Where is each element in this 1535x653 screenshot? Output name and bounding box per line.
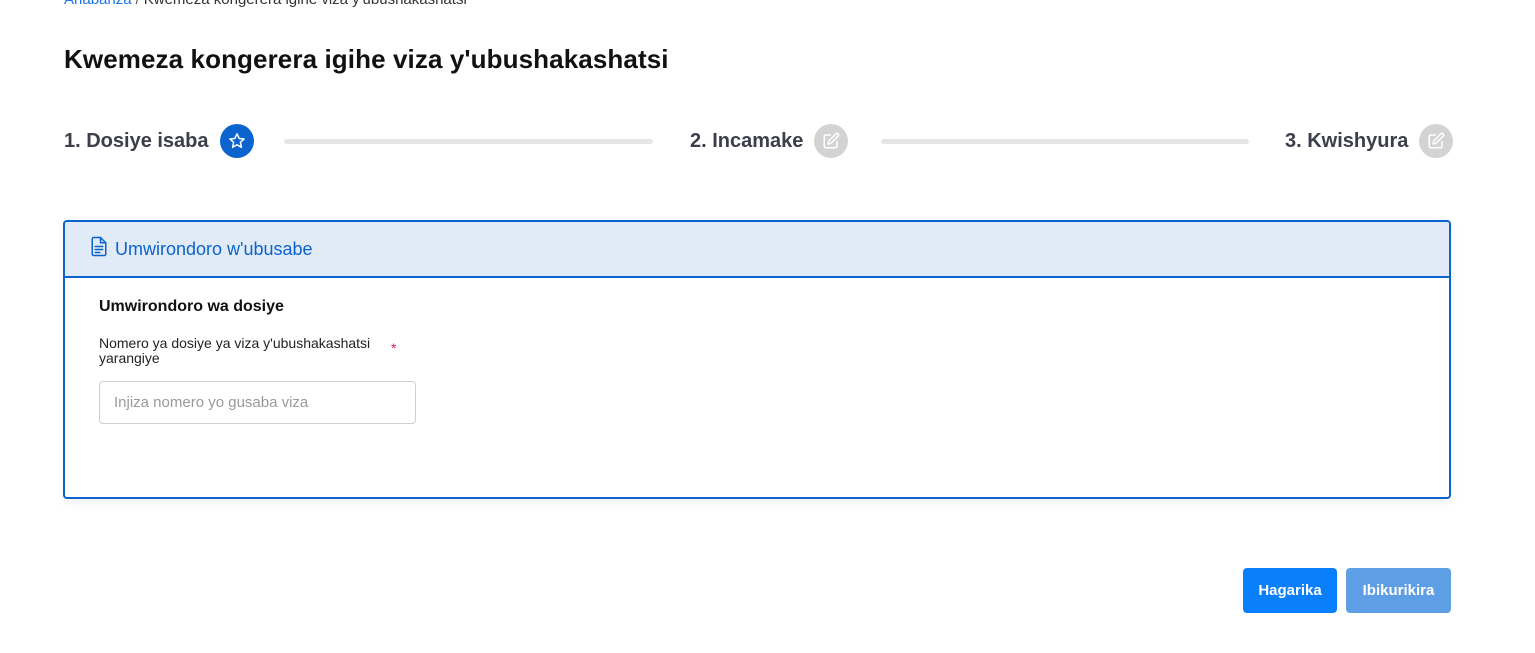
card-header-title: Umwirondoro w'ubusabe — [115, 238, 313, 259]
application-details-card: Umwirondoro w'ubusabe Umwirondoro wa dos… — [63, 220, 1451, 499]
edit-icon — [814, 124, 849, 158]
visa-file-number-label: Nomero ya dosiye ya viza y'ubushakashats… — [99, 335, 371, 366]
step-connector — [881, 139, 1249, 144]
step-summary: 2. Incamake — [690, 123, 849, 159]
stepper: 1. Dosiye isaba 2. Incamake 3. Kwishyura — [64, 123, 1454, 159]
card-header: Umwirondoro w'ubusabe — [65, 222, 1449, 278]
breadcrumb-home-link[interactable]: Ahabanza — [64, 0, 132, 8]
card-body: Umwirondoro wa dosiye Nomero ya dosiye y… — [65, 278, 1449, 424]
breadcrumb-current: Kwemeza kongerera igihe viza y'ubushakas… — [144, 0, 467, 8]
step-application-file: 1. Dosiye isaba — [64, 123, 254, 159]
next-button[interactable]: Ibikurikira — [1346, 568, 1451, 613]
edit-icon — [1419, 124, 1454, 158]
document-icon — [90, 236, 108, 262]
visa-file-number-input[interactable] — [99, 381, 416, 424]
required-marker: * — [391, 340, 397, 356]
step-connector — [284, 139, 653, 144]
star-icon — [219, 124, 254, 158]
page-title: Kwemeza kongerera igihe viza y'ubushakas… — [64, 44, 669, 74]
section-title: Umwirondoro wa dosiye — [99, 298, 284, 315]
step-label: 2. Incamake — [690, 129, 804, 152]
breadcrumb-separator: / — [136, 0, 140, 8]
cancel-button[interactable]: Hagarika — [1243, 568, 1337, 613]
step-payment: 3. Kwishyura — [1285, 123, 1454, 159]
step-label: 3. Kwishyura — [1285, 129, 1409, 152]
step-label: 1. Dosiye isaba — [64, 129, 209, 152]
breadcrumb: Ahabanza / Kwemeza kongerera igihe viza y'… — [64, 0, 467, 8]
